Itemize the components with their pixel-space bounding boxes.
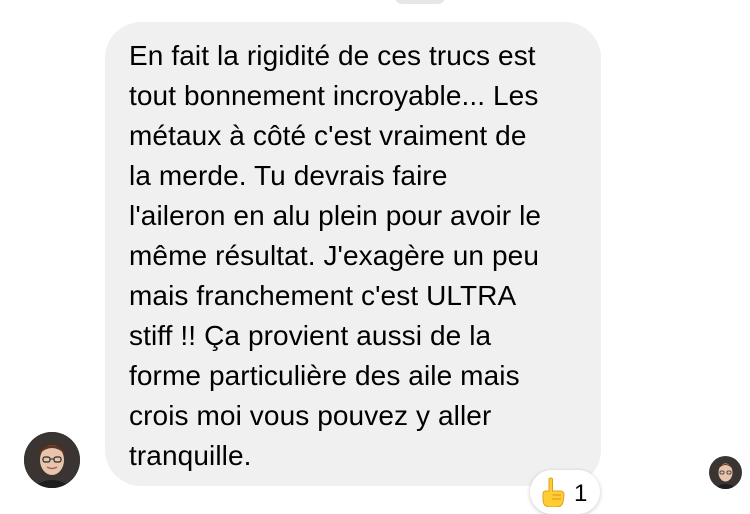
read-receipt-avatar: [709, 456, 742, 489]
message-text: En fait la rigidité de ces trucs est tou…: [129, 40, 542, 471]
sender-avatar[interactable]: [24, 432, 80, 488]
sender-avatar-image: [24, 432, 80, 488]
pointing-hand-icon: [542, 477, 565, 507]
reaction-badge[interactable]: 1: [530, 470, 600, 514]
message-bubble[interactable]: En fait la rigidité de ces trucs est tou…: [105, 22, 601, 486]
read-receipt-avatar-image: [709, 456, 742, 489]
chat-thread: En fait la rigidité de ces trucs est tou…: [0, 0, 750, 514]
previous-message-sliver: [395, 0, 445, 4]
